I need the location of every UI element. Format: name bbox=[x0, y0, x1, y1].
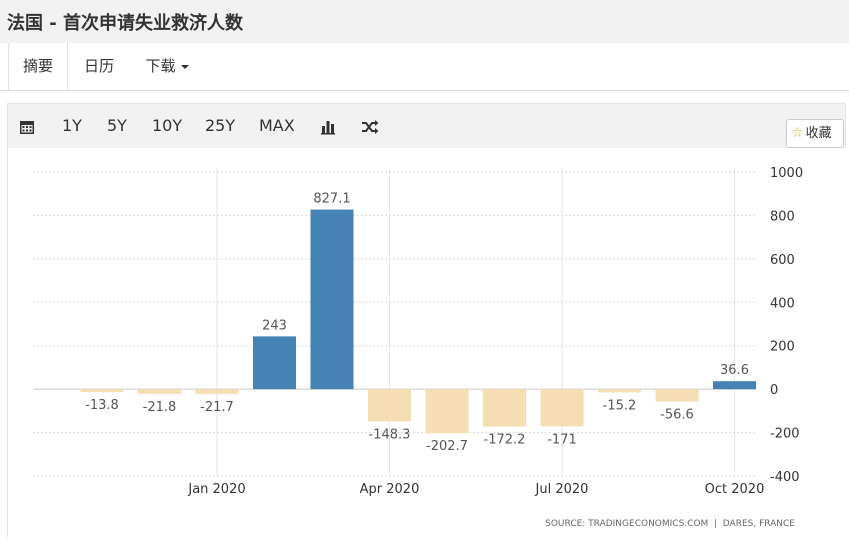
x-tick-label: Oct 2020 bbox=[705, 482, 765, 497]
value-labels: -13.8 -21.8 -21.7 243 827.1 -148.3 -202.7 -172.… bbox=[85, 192, 749, 455]
bar[interactable] bbox=[138, 389, 181, 394]
spacer bbox=[0, 91, 849, 103]
data-label: -15.2 bbox=[603, 398, 637, 413]
tab-download-label: 下载 bbox=[145, 57, 176, 75]
data-label: 827.1 bbox=[313, 192, 350, 207]
y-tick-label: 600 bbox=[770, 253, 795, 268]
calendar-icon bbox=[20, 120, 34, 134]
bar[interactable] bbox=[483, 389, 526, 427]
y-tick-label: 200 bbox=[770, 340, 795, 355]
tabs-bar: 摘要 日历 下载 bbox=[0, 43, 849, 91]
x-axis: Jan 2020 Apr 2020 Jul 2020 Oct 2020 bbox=[187, 482, 764, 497]
bar[interactable] bbox=[540, 389, 584, 427]
y-tick-label: 800 bbox=[770, 209, 795, 224]
range-1y-button[interactable]: 1Y bbox=[62, 104, 82, 148]
y-tick-label: -400 bbox=[770, 470, 800, 485]
data-label: -56.6 bbox=[660, 407, 694, 422]
source-note: SOURCE: TRADINGECONOMICS.COM | DARES, FR… bbox=[545, 519, 795, 529]
shuffle-icon bbox=[362, 119, 379, 134]
chart-type-button[interactable] bbox=[320, 104, 336, 148]
data-label: -21.8 bbox=[143, 400, 177, 415]
range-25y-button[interactable]: 25Y bbox=[205, 104, 235, 148]
x-tick-label: Jan 2020 bbox=[187, 482, 245, 497]
data-label: -172.2 bbox=[484, 433, 526, 448]
favorite-button[interactable]: ☆ 收藏 bbox=[786, 119, 844, 148]
data-label: -202.7 bbox=[426, 439, 468, 454]
chart-area: -13.8 -21.8 -21.7 243 827.1 -148.3 -202.7 -172.… bbox=[7, 148, 846, 537]
bar[interactable] bbox=[655, 389, 699, 402]
tab-summary[interactable]: 摘要 bbox=[8, 43, 68, 90]
tab-calendar[interactable]: 日历 bbox=[74, 43, 124, 89]
bar[interactable] bbox=[368, 389, 411, 422]
compare-button[interactable] bbox=[361, 104, 379, 148]
range-max-button[interactable]: MAX bbox=[259, 104, 295, 148]
bars bbox=[80, 209, 756, 434]
calendar-button[interactable] bbox=[19, 104, 35, 148]
x-tick-label: Jul 2020 bbox=[535, 482, 589, 497]
data-label: -13.8 bbox=[85, 398, 119, 413]
bar[interactable] bbox=[80, 389, 124, 393]
bar[interactable] bbox=[598, 389, 641, 393]
star-icon: ☆ bbox=[791, 125, 804, 141]
page-title: 法国 - 首次申请失业救济人数 bbox=[7, 13, 244, 34]
tab-summary-label: 摘要 bbox=[22, 57, 53, 75]
chart-toolbar: 1Y 5Y 10Y 25Y MAX bbox=[7, 103, 846, 148]
tab-download[interactable]: 下载 bbox=[134, 43, 200, 89]
tab-calendar-label: 日历 bbox=[83, 57, 114, 75]
y-tick-label: -200 bbox=[770, 427, 800, 442]
y-tick-label: 0 bbox=[770, 383, 778, 398]
x-tick-label: Apr 2020 bbox=[360, 482, 420, 497]
bar[interactable] bbox=[425, 389, 469, 434]
data-label: 243 bbox=[262, 318, 287, 333]
y-tick-label: 1000 bbox=[770, 166, 803, 181]
y-tick-label: 400 bbox=[770, 296, 795, 311]
bar[interactable] bbox=[195, 389, 239, 394]
range-5y-button[interactable]: 5Y bbox=[107, 104, 127, 148]
bar-chart: -13.8 -21.8 -21.7 243 827.1 -148.3 -202.7 -172.… bbox=[33, 166, 803, 529]
bar[interactable] bbox=[310, 209, 354, 390]
data-label: -21.7 bbox=[200, 400, 234, 415]
y-axis: 1000 800 600 400 200 0 -200 -400 bbox=[770, 166, 803, 485]
bar[interactable] bbox=[713, 381, 756, 390]
data-label: -148.3 bbox=[369, 427, 411, 442]
data-label: -171 bbox=[547, 432, 577, 447]
bar[interactable] bbox=[253, 336, 296, 390]
bar-chart-icon bbox=[321, 120, 335, 134]
data-label: 36.6 bbox=[720, 363, 749, 378]
range-10y-button[interactable]: 10Y bbox=[152, 104, 182, 148]
title-bar: 法国 - 首次申请失业救济人数 bbox=[0, 0, 849, 43]
caret-down-icon bbox=[180, 64, 189, 69]
favorite-label: 收藏 bbox=[805, 126, 832, 141]
